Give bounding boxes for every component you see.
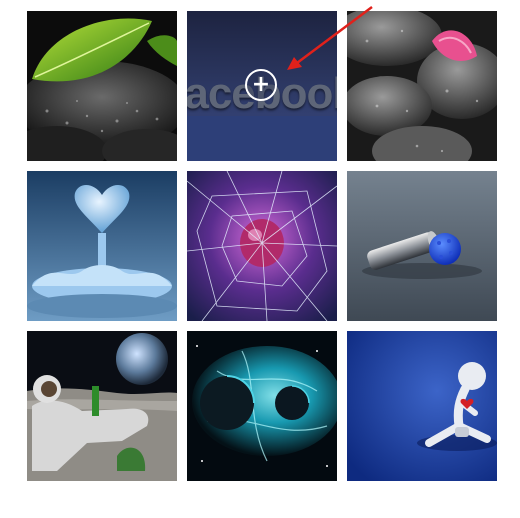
gallery-thumbnail-white-figure[interactable] [347, 331, 497, 481]
gallery-thumbnail-astronaut-moon[interactable] [27, 331, 177, 481]
astronaut-moon-image [27, 331, 177, 481]
plus-circle-icon[interactable]: + [245, 69, 277, 101]
nebula-planets-image [187, 331, 337, 481]
metal-sphere-image [347, 171, 497, 321]
petal-stones-image [347, 11, 497, 161]
broken-glass-image [187, 171, 337, 321]
gallery-thumbnail-petal-stones[interactable] [347, 11, 497, 161]
water-heart-image [27, 171, 177, 321]
gallery-thumbnail-facebook[interactable]: acebool + [187, 11, 337, 161]
gallery-thumbnail-broken-glass[interactable] [187, 171, 337, 321]
gallery-thumbnail-leaf-stones[interactable] [27, 11, 177, 161]
gallery-thumbnail-metal-sphere[interactable] [347, 171, 497, 321]
gallery-thumbnail-nebula-planets[interactable] [187, 331, 337, 481]
gallery-thumbnail-water-heart[interactable] [27, 171, 177, 321]
white-figure-image [347, 331, 497, 481]
leaf-stones-image [27, 11, 177, 161]
